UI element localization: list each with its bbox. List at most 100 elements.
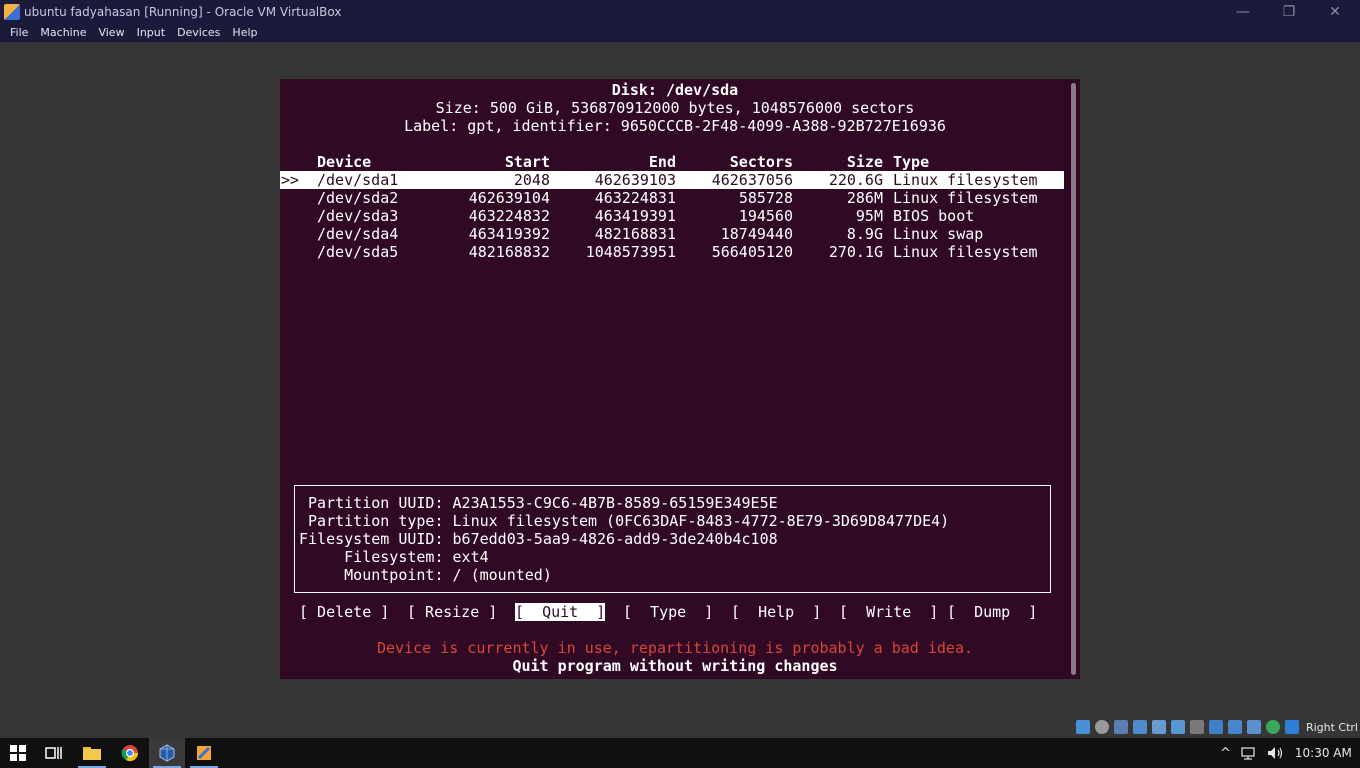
- volume-icon[interactable]: [1267, 746, 1285, 760]
- cell-device: /dev/sda4: [317, 225, 399, 243]
- guest-additions-icon[interactable]: [1265, 720, 1280, 734]
- taskbar-file-explorer[interactable]: [74, 738, 110, 768]
- partition-info-box: Partition UUID: A23A1553-C9C6-4B7B-8589-…: [294, 485, 1051, 593]
- cell-device: /dev/sda3: [317, 207, 399, 225]
- cell-sectors: 194560: [738, 207, 793, 225]
- start-button[interactable]: [0, 738, 36, 768]
- disk-size: Size: 500 GiB, 536870912000 bytes, 10485…: [435, 99, 915, 117]
- table-row[interactable]: >> /dev/sda1 2048 462639103 462637056 22…: [280, 171, 1064, 189]
- host-key-label: Right Ctrl: [1305, 720, 1358, 734]
- virtualization-icon[interactable]: [1227, 720, 1242, 734]
- table-row[interactable]: /dev/sda4 463419392 482168831 18749440 8…: [280, 225, 1064, 243]
- vm-window-icon: [197, 746, 211, 760]
- cell-type: Linux filesystem: [893, 171, 1038, 189]
- help-button[interactable]: [ Help ]: [731, 603, 821, 621]
- tray-overflow-button[interactable]: ^: [1220, 746, 1231, 761]
- taskbar-chrome[interactable]: [112, 738, 148, 768]
- cell-start: 482168832: [468, 243, 550, 261]
- close-button[interactable]: ✕: [1312, 0, 1358, 23]
- cell-end: 463419391: [594, 207, 676, 225]
- clock[interactable]: 10:30 AM: [1295, 746, 1352, 760]
- taskbar-virtualbox-manager[interactable]: [149, 738, 185, 768]
- window-titlebar: ubuntu fadyahasan [Running] - Oracle VM …: [0, 0, 1360, 23]
- network-icon[interactable]: [1132, 720, 1147, 734]
- info-partition-type: Partition type: Linux filesystem (0FC63D…: [299, 512, 950, 530]
- info-mountpoint: Mountpoint: / (mounted): [299, 566, 552, 584]
- cell-type: Linux swap: [893, 225, 984, 243]
- vm-display[interactable]: Disk: /dev/sda Size: 500 GiB, 5368709120…: [280, 79, 1080, 679]
- quit-button[interactable]: [ Quit ]: [515, 603, 606, 621]
- hint-message: Quit program without writing changes: [512, 657, 838, 675]
- cell-size: 8.9G: [846, 225, 883, 243]
- menu-file[interactable]: File: [4, 23, 34, 42]
- menu-machine[interactable]: Machine: [34, 23, 92, 42]
- info-filesystem: Filesystem: ext4: [299, 548, 489, 566]
- display-icon[interactable]: [1189, 720, 1204, 734]
- taskbar: ^ 10:30 AM: [0, 738, 1360, 768]
- header-device: Device: [317, 153, 372, 171]
- cell-size: 95M: [855, 207, 883, 225]
- info-filesystem-uuid: Filesystem UUID: b67edd03-5aa9-4826-add9…: [299, 530, 778, 548]
- cell-type: Linux filesystem: [893, 189, 1038, 207]
- cell-size: 270.1G: [828, 243, 883, 261]
- menu-bar: File Machine View Input Devices Help: [0, 23, 1360, 42]
- system-tray: ^ 10:30 AM: [1220, 738, 1352, 768]
- menu-input[interactable]: Input: [131, 23, 171, 42]
- write-button[interactable]: [ Write ]: [839, 603, 938, 621]
- cell-end: 463224831: [594, 189, 676, 207]
- window-title: ubuntu fadyahasan [Running] - Oracle VM …: [24, 4, 342, 19]
- cell-sectors: 18749440: [720, 225, 793, 243]
- action-bar: [ Delete ] [ Resize ] [ Quit ] [ Type ] …: [280, 603, 1080, 621]
- delete-button[interactable]: [ Delete ]: [299, 603, 389, 621]
- chrome-icon: [121, 745, 139, 762]
- warning-message: Device is currently in use, repartitioni…: [376, 639, 974, 657]
- dump-button[interactable]: [ Dump ]: [947, 603, 1037, 621]
- menu-help[interactable]: Help: [226, 23, 263, 42]
- header-end: End: [648, 153, 676, 171]
- vm-status-bar: Right Ctrl: [1075, 718, 1360, 736]
- menu-devices[interactable]: Devices: [171, 23, 226, 42]
- cell-end: 462639103: [594, 171, 676, 189]
- cell-start: 2048: [513, 171, 550, 189]
- resize-button[interactable]: [ Resize ]: [407, 603, 497, 621]
- cell-type: Linux filesystem: [893, 243, 1038, 261]
- disk-title: Disk: /dev/sda: [611, 81, 739, 99]
- cell-start: 463419392: [468, 225, 550, 243]
- maximize-button[interactable]: ❐: [1266, 0, 1312, 23]
- cell-size: 220.6G: [828, 171, 883, 189]
- audio-icon[interactable]: [1113, 720, 1128, 734]
- header-size: Size: [846, 153, 883, 171]
- mouse-integration-icon[interactable]: [1246, 720, 1261, 734]
- cell-end: 1048573951: [585, 243, 676, 261]
- cell-sectors: 462637056: [711, 171, 793, 189]
- windows-icon: [10, 745, 26, 761]
- task-view-button[interactable]: [36, 738, 72, 768]
- disk-label: Label: gpt, identifier: 9650CCCB-2F48-40…: [404, 117, 946, 135]
- cell-start: 463224832: [468, 207, 550, 225]
- cell-start: 462639104: [468, 189, 550, 207]
- table-row[interactable]: /dev/sda2 462639104 463224831 585728 286…: [280, 189, 1064, 207]
- usb-icon[interactable]: [1151, 720, 1166, 734]
- video-capture-icon[interactable]: [1208, 720, 1223, 734]
- table-header: Device Start End Sectors Size Type: [280, 153, 1064, 171]
- taskbar-vm-window[interactable]: [186, 738, 222, 768]
- menu-view[interactable]: View: [92, 23, 130, 42]
- type-button[interactable]: [ Type ]: [623, 603, 713, 621]
- minimize-button[interactable]: —: [1220, 0, 1266, 23]
- cell-type: BIOS boot: [893, 207, 975, 225]
- header-sectors: Sectors: [729, 153, 793, 171]
- cell-sectors: 566405120: [711, 243, 793, 261]
- cell-size: 286M: [846, 189, 883, 207]
- cell-device: /dev/sda2: [317, 189, 399, 207]
- table-row[interactable]: /dev/sda3 463224832 463419391 194560 95M…: [280, 207, 1064, 225]
- keyboard-capture-icon[interactable]: [1284, 720, 1299, 734]
- selection-marker: >>: [281, 171, 300, 189]
- optical-drive-icon[interactable]: [1094, 720, 1109, 734]
- hard-disk-icon[interactable]: [1075, 720, 1090, 734]
- folder-icon: [83, 747, 101, 760]
- network-tray-icon[interactable]: [1241, 746, 1259, 760]
- cell-sectors: 585728: [738, 189, 793, 207]
- vm-scrollbar[interactable]: [1071, 83, 1076, 675]
- shared-folders-icon[interactable]: [1170, 720, 1185, 734]
- table-row[interactable]: /dev/sda5 482168832 1048573951 566405120…: [280, 243, 1064, 261]
